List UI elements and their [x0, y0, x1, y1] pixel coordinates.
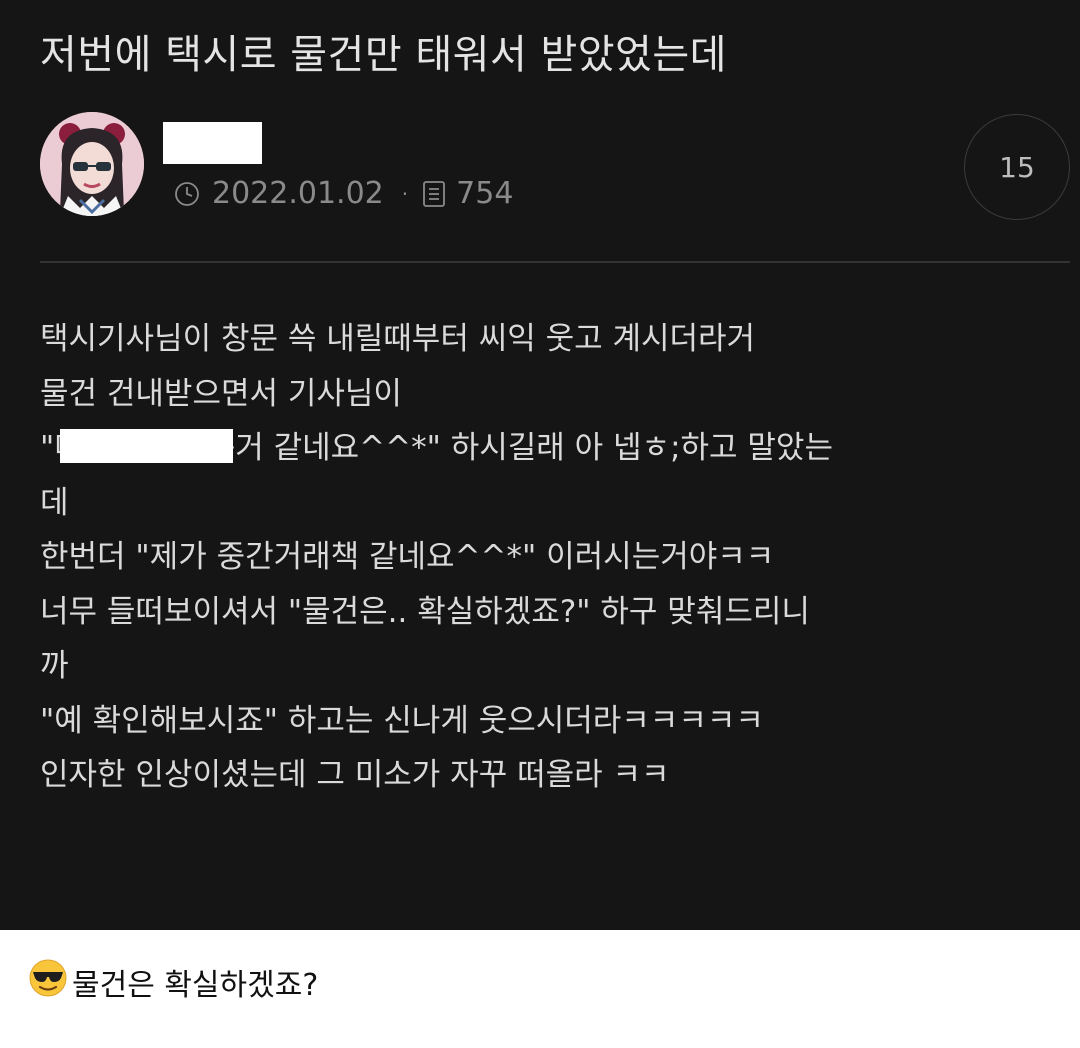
caption: 물건은 확실하겠죠?	[28, 958, 318, 1006]
body-line: 물건 건내받으면서 기사님이	[40, 375, 402, 412]
comment-count-button[interactable]: 15	[964, 114, 1070, 220]
author-avatar[interactable]	[40, 112, 144, 216]
body-line: 택시기사님이 창문 쓱 내릴때부터 씨익 웃고 계시더라거	[40, 321, 756, 357]
body-line: "예 확인해보시죠" 하고는 신나게 웃으시더라ㅋㅋㅋㅋㅋ	[40, 702, 764, 739]
post-body: 택시기사님이 창문 쓱 내릴때부터 씨익 웃고 계시더라거 물건 건내받으면서 …	[40, 312, 1050, 803]
document-icon	[422, 180, 446, 208]
post-title: 저번에 택시로 물건만 태워서 받았었는데	[40, 32, 727, 78]
post-date: 2022.01.02	[212, 176, 384, 211]
author-name-redaction	[163, 122, 262, 164]
text-redaction	[60, 429, 233, 463]
body-line: 데	[40, 484, 69, 521]
meta-separator: ·	[401, 181, 409, 206]
body-line: 너무 들떠보이셔서 "물건은.. 확실하겠죠?" 하구 맞춰드리니	[40, 593, 810, 630]
post-card: 저번에 택시로 물건만 태워서 받았었는데 2022.01.02 · 754 1…	[0, 0, 1080, 930]
body-line: 까	[40, 648, 69, 684]
sunglasses-face-emoji	[28, 958, 68, 1006]
divider	[40, 261, 1070, 263]
clock-icon	[174, 181, 200, 207]
avatar-image	[40, 112, 144, 216]
comment-count: 15	[999, 150, 1035, 184]
view-count: 754	[456, 176, 514, 211]
body-line: 한번더 "제가 중간거래책 같네요^^*" 이러시는거야ㅋㅋ	[40, 539, 775, 575]
caption-text: 물건은 확실하겠죠?	[72, 968, 319, 1003]
body-line-with-redaction: "마약거래 하는거 같네요^^*" 하시길래 아 넵ㅎ;하고 말았는	[40, 421, 1050, 476]
post-meta: 2022.01.02 · 754	[174, 176, 513, 211]
body-line: 인자한 인상이셨는데 그 미소가 자꾸 떠올라 ㅋㅋ	[40, 757, 670, 793]
